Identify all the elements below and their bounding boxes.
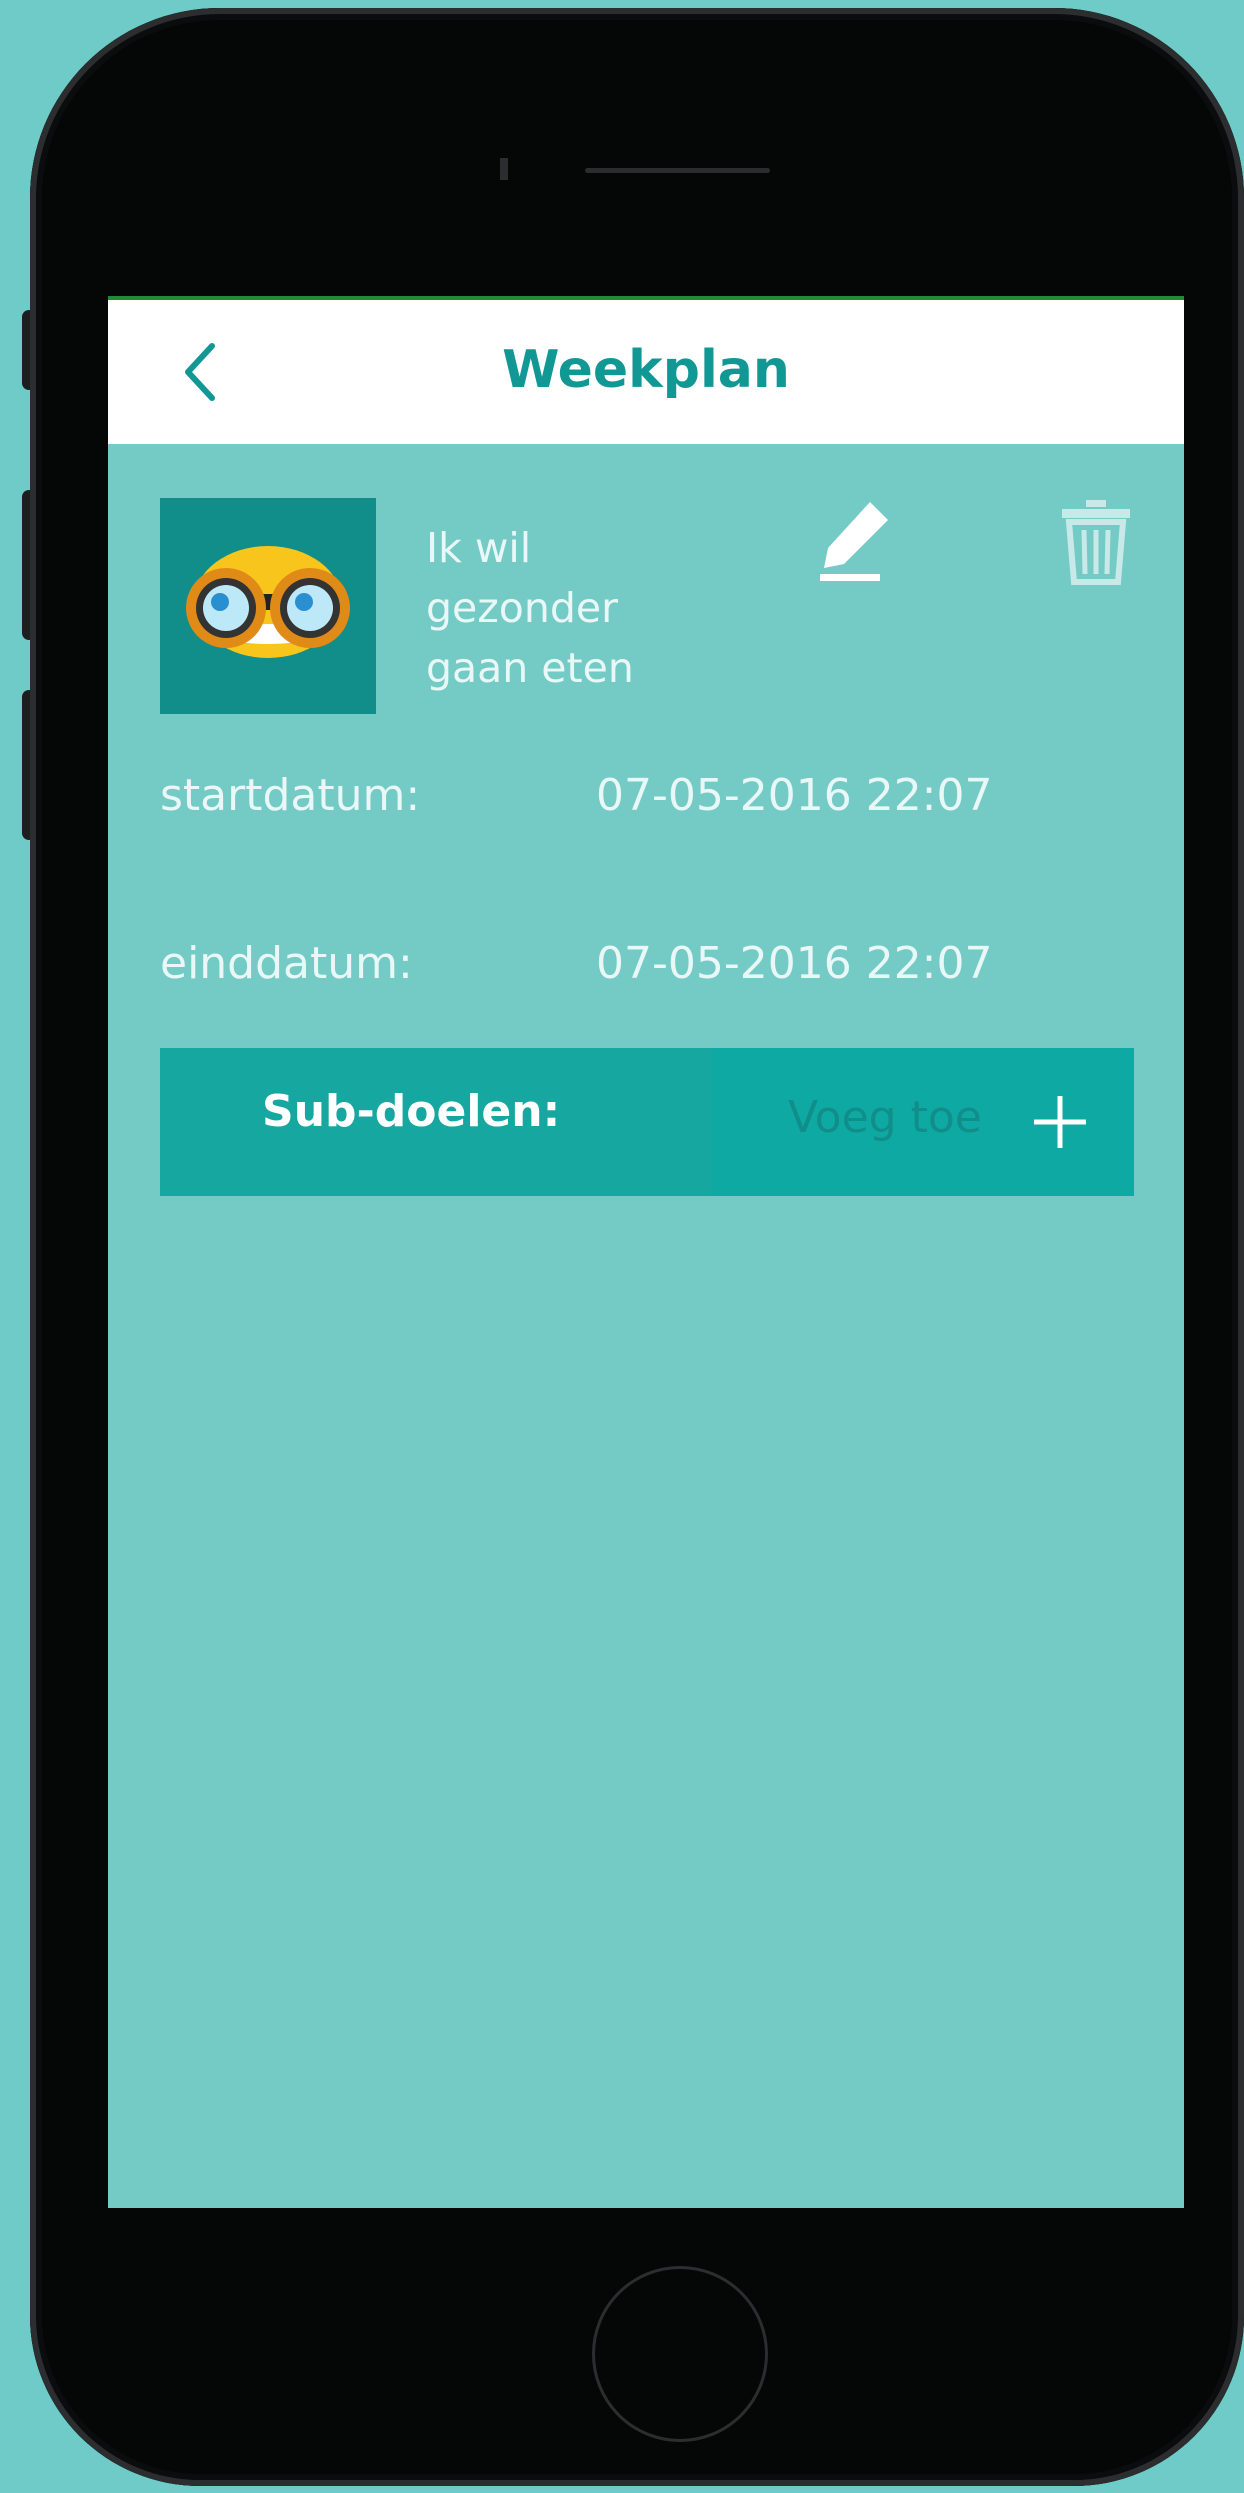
- edit-button[interactable]: [816, 498, 896, 588]
- end-date-label: einddatum:: [160, 938, 413, 989]
- add-subgoal-label: Voeg toe: [788, 1092, 982, 1143]
- subgoals-bar: Sub-doelen: Voeg toe: [160, 1048, 1134, 1196]
- trash-icon: [1062, 500, 1130, 585]
- end-date-value: 07-05-2016 22:07: [596, 938, 993, 989]
- delete-button[interactable]: [1060, 498, 1132, 586]
- app-screen: Weekplan Ik wil gezonder gaan eten start…: [108, 296, 1184, 2208]
- start-date-label: startdatum:: [160, 770, 421, 821]
- subgoals-title: Sub-doelen:: [262, 1086, 561, 1137]
- subgoals-header: Sub-doelen:: [160, 1048, 712, 1196]
- start-date-value: 07-05-2016 22:07: [596, 770, 993, 821]
- goal-text: Ik wil gezonder gaan eten: [426, 524, 634, 692]
- home-button[interactable]: [592, 2266, 768, 2442]
- binoculars-icon: [186, 546, 350, 658]
- front-camera: [500, 158, 508, 180]
- goal-avatar: [160, 498, 376, 714]
- navigation-bar: Weekplan: [108, 300, 1184, 444]
- pencil-icon: [820, 502, 888, 581]
- earpiece-speaker: [585, 168, 770, 173]
- add-subgoal-button[interactable]: Voeg toe: [712, 1048, 1134, 1196]
- page-title: Weekplan: [502, 340, 790, 400]
- plus-icon: [1034, 1096, 1086, 1148]
